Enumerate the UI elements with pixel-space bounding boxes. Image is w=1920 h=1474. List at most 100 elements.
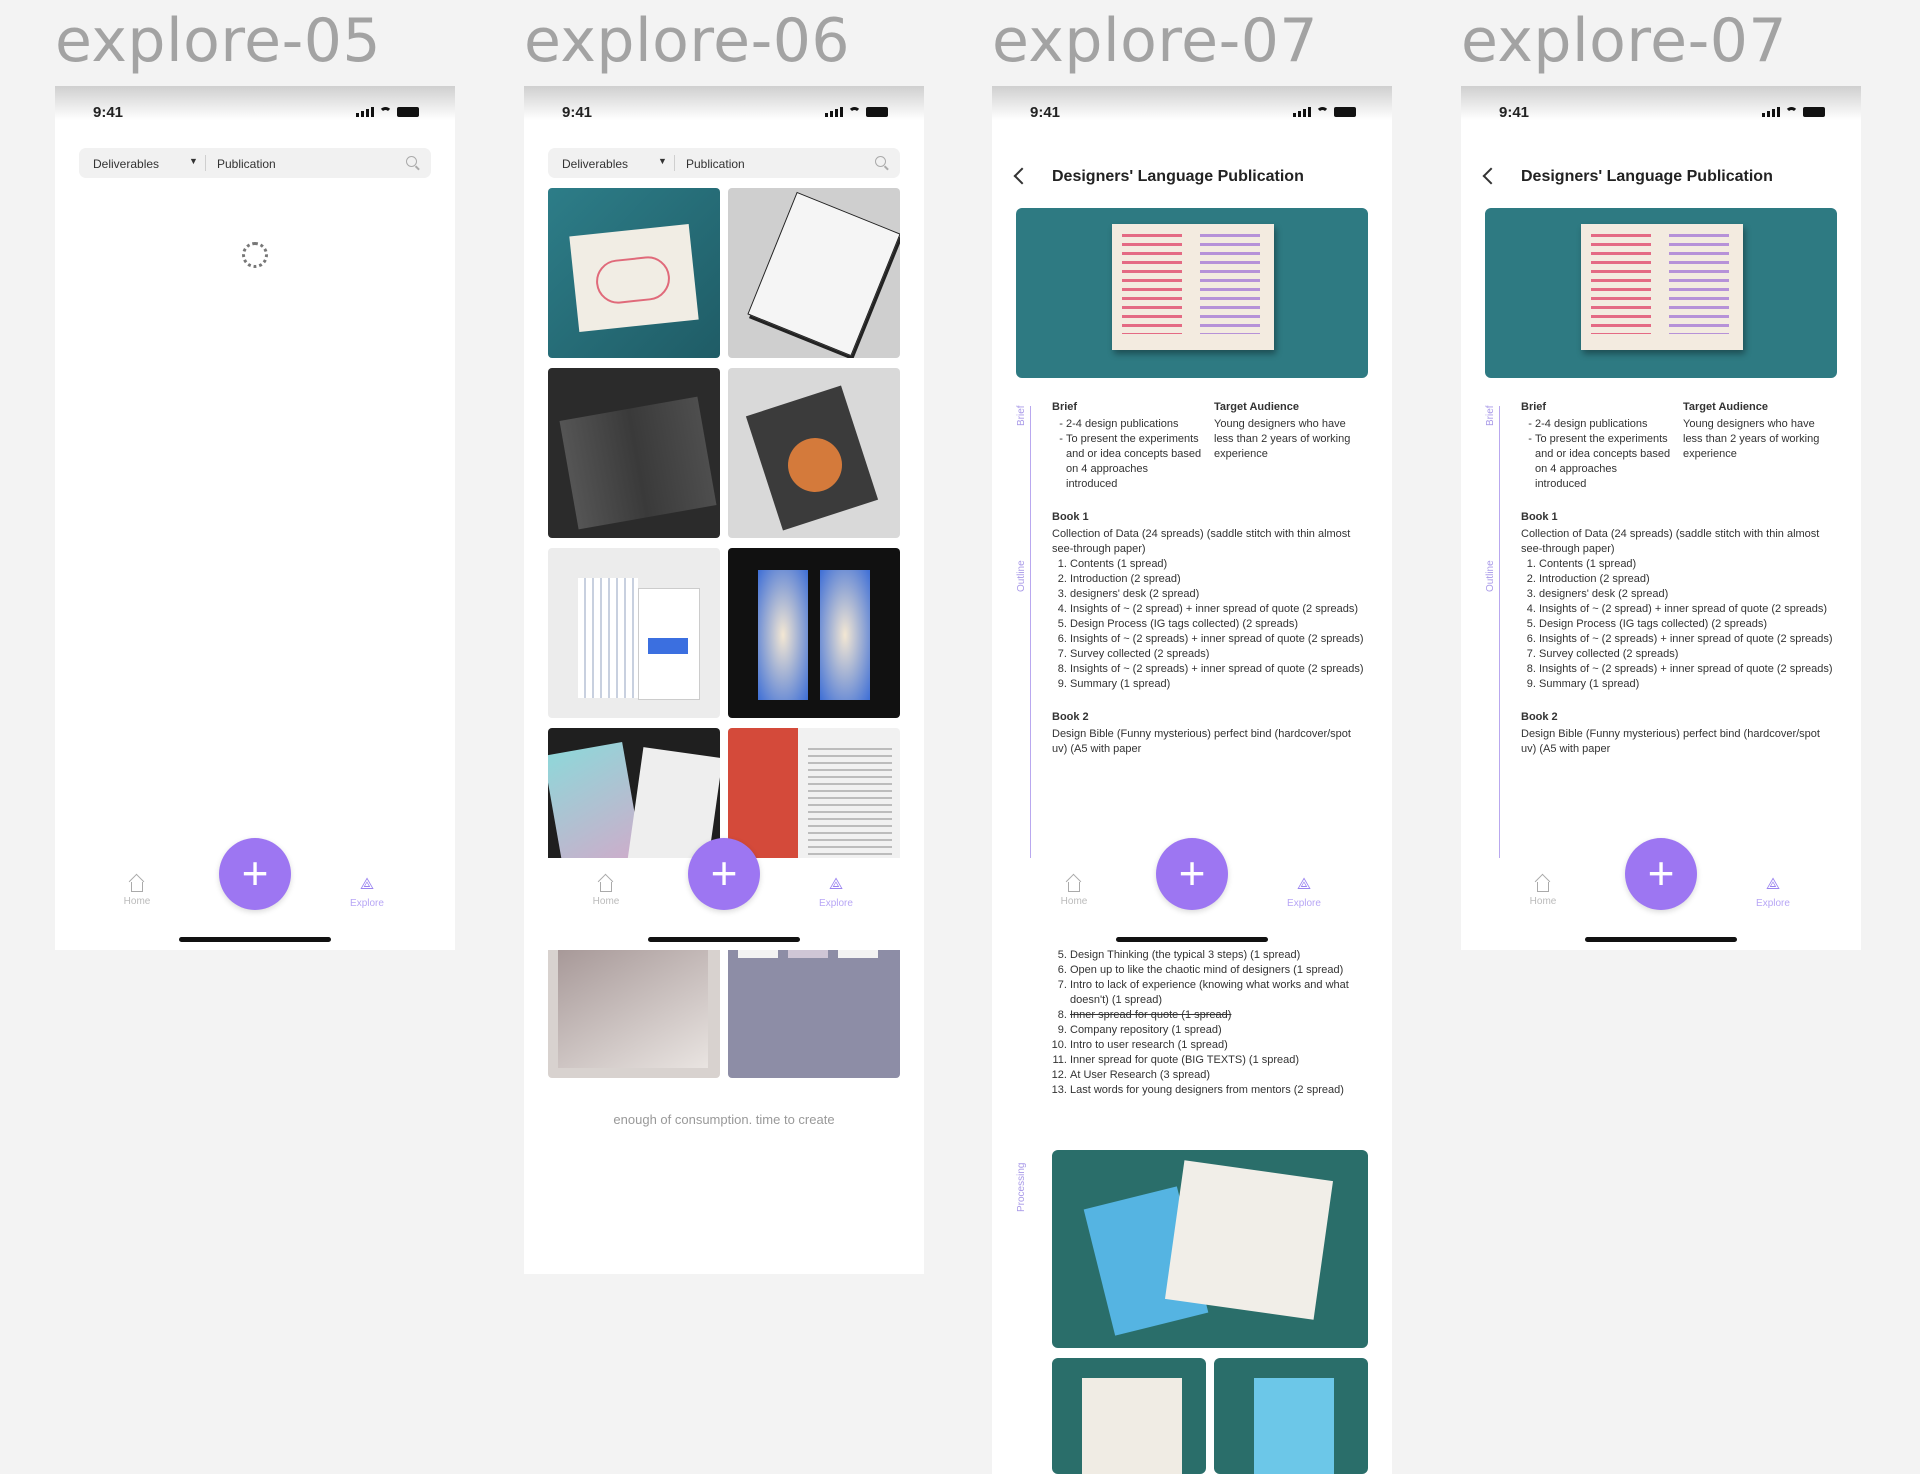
- list-item: Insights of ~ (2 spread) + inner spread …: [1070, 602, 1368, 617]
- add-button[interactable]: +: [688, 838, 760, 910]
- book1-desc: Collection of Data (24 spreads) (saddle …: [1521, 528, 1820, 555]
- back-icon[interactable]: [1482, 167, 1500, 185]
- explore-icon: ⟁: [359, 876, 375, 893]
- phone-explore-06: 9:41 Deliverables ▼ Publication enough o…: [524, 86, 924, 1274]
- audience-heading: Target Audience: [1683, 401, 1768, 413]
- list-item: Introduction (2 spread): [1070, 572, 1368, 587]
- book1-heading: Book 1: [1052, 511, 1089, 523]
- list-item: Design Thinking (the typical 3 steps) (1…: [1070, 948, 1368, 963]
- add-button[interactable]: +: [1625, 838, 1697, 910]
- grid-item[interactable]: [548, 368, 720, 538]
- signal-icon: [825, 107, 843, 117]
- audience-text: Young designers who have less than 2 yea…: [1214, 418, 1351, 460]
- book1-desc: Collection of Data (24 spreads) (saddle …: [1052, 528, 1351, 555]
- tab-bar: Home + ⟁ Explore: [1461, 838, 1861, 950]
- battery-icon: [1334, 107, 1356, 117]
- list-item: To present the experiments and or idea c…: [1066, 432, 1202, 492]
- list-item: To present the experiments and or idea c…: [1535, 432, 1671, 492]
- search-input[interactable]: Publication: [686, 157, 745, 171]
- filter-dropdown[interactable]: Deliverables: [562, 157, 628, 171]
- wifi-icon: [848, 107, 861, 117]
- divider: [205, 155, 206, 171]
- wifi-icon: [1316, 107, 1329, 117]
- status-bar: 9:41: [562, 102, 888, 126]
- tab-bar: Home + ⟁ Explore: [524, 838, 924, 950]
- list-item: Insights of ~ (2 spreads) + inner spread…: [1539, 662, 1837, 677]
- phone-explore-05: 9:41 Deliverables ▼ Publication Home + ⟁…: [55, 86, 455, 950]
- status-bar: 9:41: [1499, 102, 1825, 126]
- grid-item[interactable]: [728, 548, 900, 718]
- hero-image: [1485, 208, 1837, 378]
- search-icon[interactable]: [406, 156, 417, 167]
- book1-heading: Book 1: [1521, 511, 1558, 523]
- grid-item[interactable]: [548, 548, 720, 718]
- list-item: Survey collected (2 spreads): [1070, 647, 1368, 662]
- timeline-line: [1499, 406, 1500, 858]
- brief-heading: Brief: [1052, 401, 1078, 413]
- list-item: Company repository (1 spread): [1070, 1023, 1368, 1038]
- filter-dropdown[interactable]: Deliverables: [93, 157, 159, 171]
- side-label-brief: Brief: [1016, 405, 1027, 426]
- list-item: designers' desk (2 spread): [1539, 587, 1837, 602]
- side-label-outline: Outline: [1016, 560, 1027, 592]
- list-item: Last words for young designers from ment…: [1070, 1083, 1368, 1098]
- grid-item[interactable]: [728, 368, 900, 538]
- explore-icon: ⟁: [828, 876, 844, 893]
- list-item: Intro to user research (1 spread): [1070, 1038, 1368, 1053]
- list-item: Contents (1 spread): [1070, 557, 1368, 572]
- tab-explore[interactable]: ⟁ Explore: [327, 876, 407, 909]
- book2-heading: Book 2: [1052, 711, 1089, 723]
- list-item: Summary (1 spread): [1539, 677, 1837, 692]
- brief-list: 2-4 design publications To present the e…: [1521, 417, 1671, 492]
- search-input[interactable]: Publication: [217, 157, 276, 171]
- tab-home-label: Home: [592, 896, 620, 907]
- home-icon: [1065, 876, 1083, 892]
- battery-icon: [866, 107, 888, 117]
- caret-down-icon[interactable]: ▼: [658, 156, 667, 166]
- list-item: Contents (1 spread): [1539, 557, 1837, 572]
- tab-explore-label: Explore: [1287, 898, 1321, 909]
- home-icon: [128, 876, 146, 892]
- search-icon[interactable]: [875, 156, 886, 167]
- timeline-line: [1030, 406, 1031, 926]
- home-indicator: [1116, 937, 1268, 942]
- back-icon[interactable]: [1013, 167, 1031, 185]
- tab-home[interactable]: Home: [97, 876, 177, 907]
- status-time: 9:41: [1030, 104, 1061, 121]
- home-indicator: [179, 937, 331, 942]
- frame-title-explore-06: explore-06: [524, 6, 851, 76]
- tab-home[interactable]: Home: [1034, 876, 1114, 907]
- detail-body: Brief 2-4 design publications To present…: [1052, 400, 1368, 757]
- add-button[interactable]: +: [219, 838, 291, 910]
- tab-explore[interactable]: ⟁ Explore: [1733, 876, 1813, 909]
- phone-explore-07: 9:41 Designers' Language Publication Bri…: [992, 86, 1392, 1474]
- status-time: 9:41: [562, 104, 593, 121]
- grid-item[interactable]: [548, 188, 720, 358]
- side-label-processing: Processing: [1016, 1162, 1027, 1212]
- list-item: At User Research (3 spread): [1070, 1068, 1368, 1083]
- status-bar: 9:41: [1030, 102, 1356, 126]
- tab-home-label: Home: [123, 896, 151, 907]
- add-button[interactable]: +: [1156, 838, 1228, 910]
- process-image: [1052, 1150, 1368, 1348]
- signal-icon: [1762, 107, 1780, 117]
- process-image: [1214, 1358, 1368, 1474]
- status-bar: 9:41: [93, 102, 419, 126]
- hero-image: [1016, 208, 1368, 378]
- grid-item[interactable]: [728, 188, 900, 358]
- list-item: Design Process (IG tags collected) (2 sp…: [1539, 617, 1837, 632]
- tab-explore[interactable]: ⟁ Explore: [796, 876, 876, 909]
- list-item: Design Process (IG tags collected) (2 sp…: [1070, 617, 1368, 632]
- detail-header: Designers' Language Publication: [1013, 166, 1368, 196]
- tab-explore[interactable]: ⟁ Explore: [1264, 876, 1344, 909]
- list-item: 2-4 design publications: [1066, 417, 1202, 432]
- caret-down-icon[interactable]: ▼: [189, 156, 198, 166]
- tab-home-label: Home: [1060, 896, 1088, 907]
- book2-desc: Design Bible (Funny mysterious) perfect …: [1052, 728, 1351, 755]
- tab-home[interactable]: Home: [566, 876, 646, 907]
- list-item: Summary (1 spread): [1070, 677, 1368, 692]
- side-label-outline: Outline: [1485, 560, 1496, 592]
- tab-home[interactable]: Home: [1503, 876, 1583, 907]
- search-bar[interactable]: Deliverables ▼ Publication: [548, 148, 900, 178]
- search-bar[interactable]: Deliverables ▼ Publication: [79, 148, 431, 178]
